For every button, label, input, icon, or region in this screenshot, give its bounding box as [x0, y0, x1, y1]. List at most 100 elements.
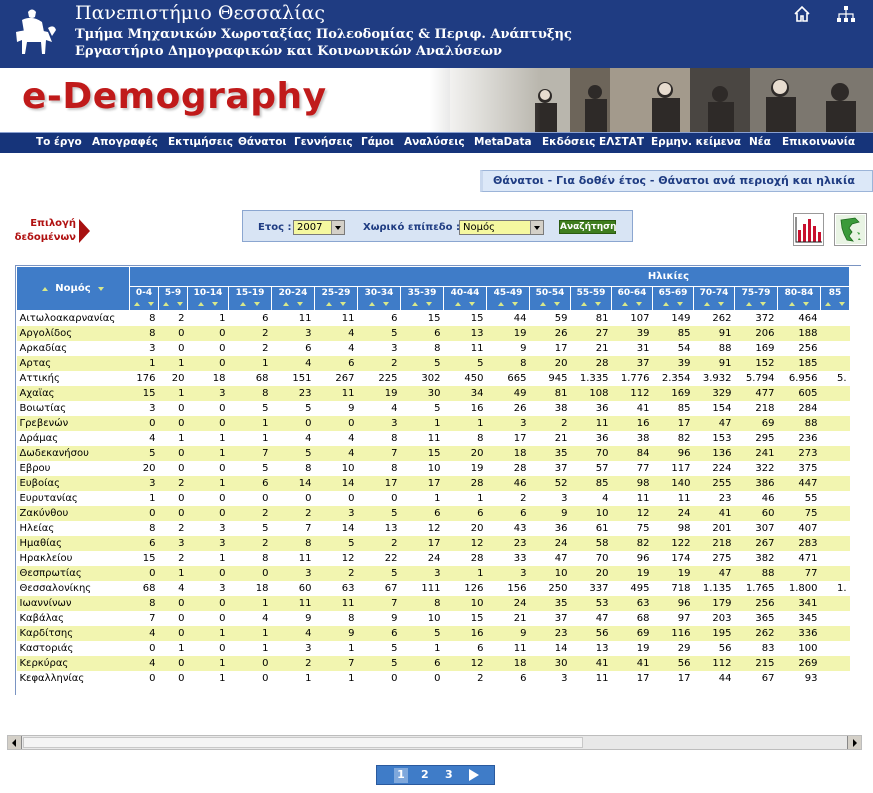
page-2-link[interactable]: 2	[421, 768, 429, 781]
triangle-right-icon[interactable]	[79, 219, 90, 243]
value-cell: 275	[693, 550, 735, 566]
sort-desc-icon[interactable]	[212, 302, 218, 306]
page-3-link[interactable]: 3	[445, 768, 453, 781]
column-header-age[interactable]: 20-24	[271, 286, 315, 311]
scroll-right-button[interactable]	[847, 736, 861, 749]
column-header-age[interactable]: 15-19	[228, 286, 272, 311]
value-cell: 116	[652, 625, 694, 641]
sort-desc-icon[interactable]	[595, 302, 601, 306]
sort-desc-icon[interactable]	[677, 302, 683, 306]
sort-asc-icon[interactable]	[498, 302, 504, 306]
sort-desc-icon[interactable]	[177, 302, 183, 306]
sort-desc-icon[interactable]	[839, 302, 845, 306]
menu-item-metadata[interactable]: MetaData	[474, 136, 532, 148]
sort-desc-icon[interactable]	[512, 302, 518, 306]
sort-asc-icon[interactable]	[369, 302, 375, 306]
sort-asc-icon[interactable]	[198, 302, 204, 306]
menu-item-elstat-publications[interactable]: Εκδόσεις ΕΛΣΤΑΤ	[542, 136, 644, 148]
column-header-age[interactable]: 5-9	[158, 286, 188, 311]
sort-desc-icon[interactable]	[297, 302, 303, 306]
home-icon[interactable]	[793, 5, 811, 23]
menu-item-news[interactable]: Νέα	[749, 136, 771, 148]
sort-asc-icon[interactable]	[704, 302, 710, 306]
column-header-age[interactable]: 45-49	[486, 286, 530, 311]
table-row: Ευβοίας 3 2 1 6 14 14 17 17 28 46 52 85 98 140 255 386 44…	[16, 475, 850, 491]
value-cell: 36	[529, 520, 571, 536]
sort-asc-icon[interactable]	[326, 302, 332, 306]
value-cell	[820, 325, 850, 341]
greece-map-icon[interactable]	[834, 213, 867, 246]
column-header-age[interactable]: 85	[820, 286, 850, 311]
column-header-age[interactable]: 80-84	[777, 286, 821, 311]
scroll-left-button[interactable]	[8, 736, 22, 749]
sort-asc-icon[interactable]	[412, 302, 418, 306]
value-cell: 386	[734, 475, 778, 491]
value-cell: 1.	[820, 580, 850, 596]
column-header-age[interactable]: 50-54	[529, 286, 571, 311]
sort-asc-icon[interactable]	[825, 302, 831, 306]
chevron-down-icon[interactable]	[331, 221, 344, 234]
sort-asc-icon[interactable]	[663, 302, 669, 306]
sort-asc-icon[interactable]	[746, 302, 752, 306]
horizontal-scrollbar[interactable]	[7, 735, 862, 750]
sort-asc-icon[interactable]	[455, 302, 461, 306]
chevron-down-icon[interactable]	[530, 221, 543, 234]
sort-asc-icon[interactable]	[581, 302, 587, 306]
sort-asc-icon[interactable]	[789, 302, 795, 306]
column-header-age[interactable]: 55-59	[570, 286, 612, 311]
sort-asc-icon[interactable]	[622, 302, 628, 306]
sort-desc-icon[interactable]	[254, 302, 260, 306]
sort-asc-icon[interactable]	[283, 302, 289, 306]
sort-desc-icon[interactable]	[760, 302, 766, 306]
university-logo[interactable]	[8, 6, 58, 62]
next-arrow-icon[interactable]	[467, 768, 481, 782]
sort-asc-icon[interactable]	[134, 302, 140, 306]
sort-desc-icon[interactable]	[469, 302, 475, 306]
sort-desc-icon[interactable]	[803, 302, 809, 306]
spatial-level-select[interactable]: Νομός	[459, 220, 544, 235]
bar-chart-icon[interactable]	[793, 213, 824, 246]
column-header-age[interactable]: 70-74	[693, 286, 735, 311]
menu-item-analyses[interactable]: Αναλύσεις	[404, 136, 465, 148]
column-header-age[interactable]: 10-14	[187, 286, 229, 311]
sort-asc-icon[interactable]	[240, 302, 246, 306]
menu-item-estimates[interactable]: Εκτιμήσεις	[168, 136, 233, 148]
sort-asc-icon[interactable]	[540, 302, 546, 306]
sort-desc-icon[interactable]	[636, 302, 642, 306]
year-select[interactable]: 2007	[293, 220, 345, 235]
column-header-age[interactable]: 40-44	[443, 286, 487, 311]
sort-desc-icon[interactable]	[98, 287, 105, 291]
column-header-age[interactable]: 35-39	[400, 286, 444, 311]
sort-asc-icon[interactable]	[163, 302, 169, 306]
value-cell: 56	[652, 655, 694, 671]
sort-asc-icon[interactable]	[41, 287, 48, 291]
sitemap-icon[interactable]	[836, 5, 856, 23]
menu-item-births[interactable]: Γεννήσεις	[294, 136, 353, 148]
scroll-thumb[interactable]	[23, 737, 583, 748]
sort-desc-icon[interactable]	[718, 302, 724, 306]
menu-item-contact[interactable]: Επικοινωνία	[782, 136, 855, 148]
column-header-age[interactable]: 0-4	[129, 286, 159, 311]
menu-item-interpretive-texts[interactable]: Ερμην. κείμενα	[651, 136, 741, 148]
menu-item-deaths[interactable]: Θάνατοι	[238, 136, 287, 148]
column-header-age[interactable]: 25-29	[314, 286, 358, 311]
column-header-age[interactable]: 65-69	[652, 286, 694, 311]
value-cell: 15	[129, 385, 159, 401]
column-header-age[interactable]: 75-79	[734, 286, 778, 311]
column-header-region[interactable]: Νομός	[16, 266, 130, 311]
page-1-link[interactable]: 1	[394, 768, 408, 783]
data-select-label[interactable]: Επιλογή δεδομένων	[6, 217, 76, 245]
menu-item-censuses[interactable]: Απογραφές	[92, 136, 158, 148]
search-button[interactable]: Αναζήτηση	[559, 220, 617, 234]
value-cell: 1	[158, 385, 188, 401]
sort-desc-icon[interactable]	[148, 302, 154, 306]
menu-item-project[interactable]: Το έργο	[36, 136, 82, 148]
value-cell: 47	[570, 610, 612, 626]
sort-desc-icon[interactable]	[554, 302, 560, 306]
column-header-age[interactable]: 30-34	[357, 286, 401, 311]
menu-item-marriages[interactable]: Γάμοι	[361, 136, 394, 148]
sort-desc-icon[interactable]	[426, 302, 432, 306]
sort-desc-icon[interactable]	[383, 302, 389, 306]
column-header-age[interactable]: 60-64	[611, 286, 653, 311]
sort-desc-icon[interactable]	[340, 302, 346, 306]
